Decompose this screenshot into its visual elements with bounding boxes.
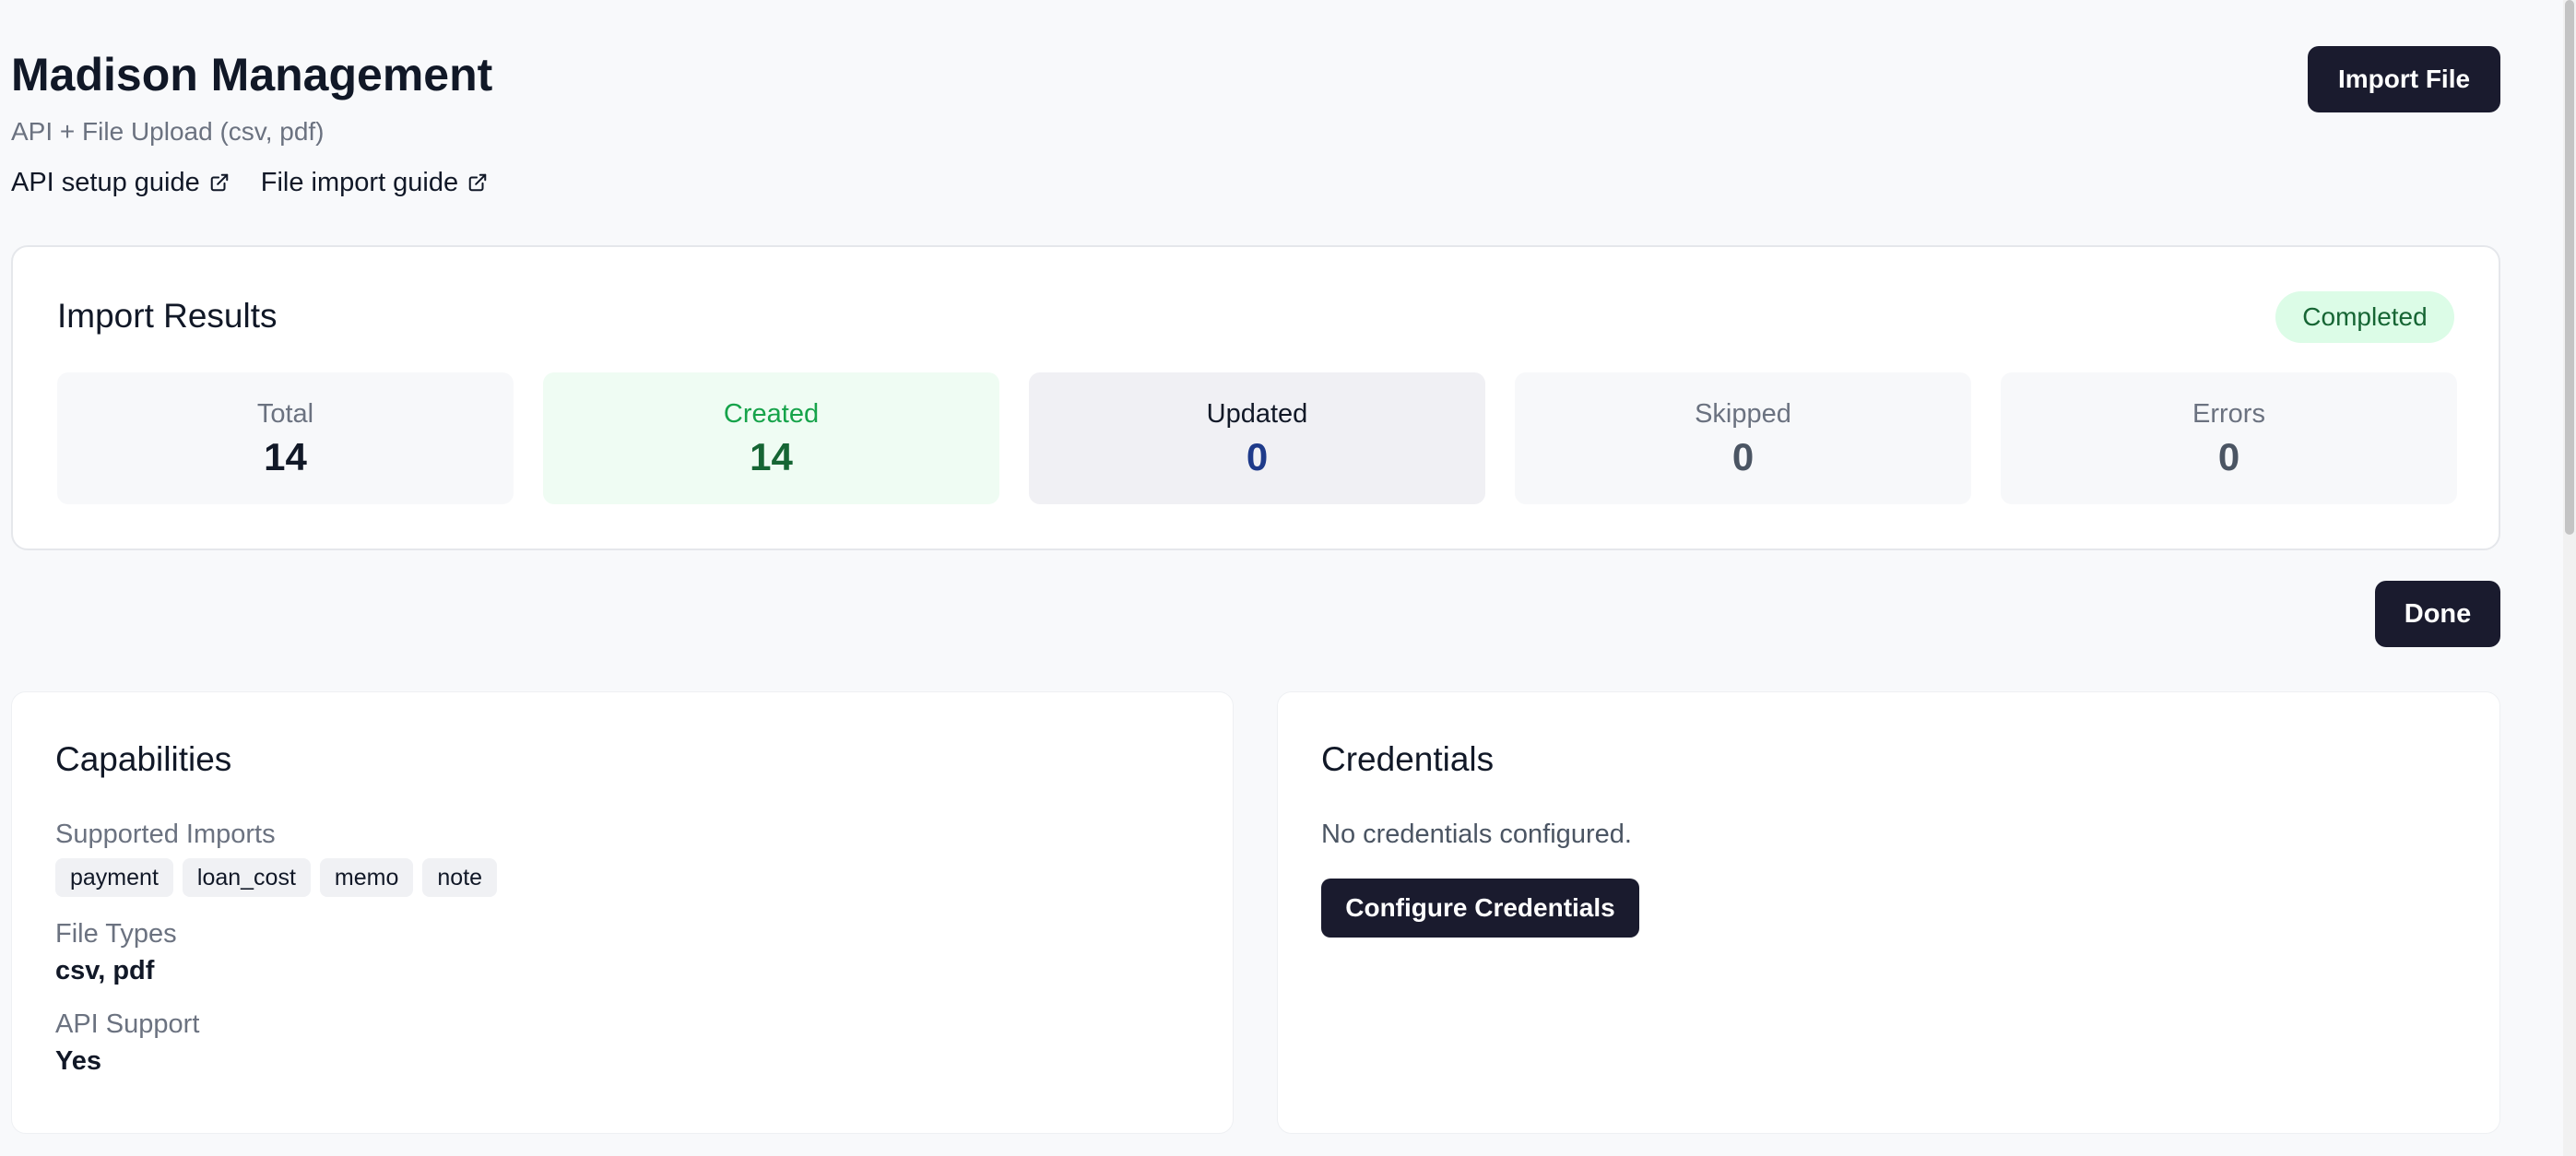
vertical-scrollbar[interactable]: [2563, 0, 2576, 1156]
scrollbar-thumb[interactable]: [2565, 0, 2574, 535]
capabilities-card: Capabilities Supported Imports payment l…: [11, 691, 1234, 1134]
capabilities-body: Supported Imports payment loan_cost memo…: [55, 818, 498, 1078]
import-file-button[interactable]: Import File: [2308, 46, 2500, 112]
import-type-chip: loan_cost: [182, 858, 311, 897]
import-results-title: Import Results: [57, 297, 278, 335]
stat-errors: Errors 0: [2001, 372, 2457, 504]
done-button[interactable]: Done: [2375, 581, 2500, 647]
stat-value: 0: [2217, 434, 2240, 478]
credentials-empty-message: No credentials configured.: [1321, 820, 1632, 849]
stat-value: 14: [750, 434, 793, 478]
file-import-guide-label: File import guide: [260, 168, 459, 197]
api-support-label: API Support: [55, 1009, 200, 1039]
file-types-label: File Types: [55, 919, 177, 949]
page-subtitle: API + File Upload (csv, pdf): [11, 117, 325, 146]
credentials-card: Credentials No credentials configured. C…: [1277, 691, 2500, 1134]
stat-updated: Updated 0: [1029, 372, 1485, 504]
import-results-card: Import Results Completed Total 14 Create…: [11, 245, 2500, 550]
api-setup-guide-label: API setup guide: [11, 168, 200, 197]
capabilities-title: Capabilities: [55, 740, 232, 778]
stat-value: 14: [264, 434, 307, 478]
guide-links: API setup guide File import guide: [11, 166, 492, 199]
stat-label: Total: [256, 398, 314, 429]
import-type-chip: memo: [319, 858, 414, 897]
api-setup-guide-link[interactable]: API setup guide: [11, 166, 230, 199]
file-types-value: csv, pdf: [55, 956, 155, 985]
import-stats: Total 14 Created 14 Updated 0 Skipped 0 …: [57, 372, 2457, 504]
stat-created: Created 14: [543, 372, 999, 504]
stat-skipped: Skipped 0: [1515, 372, 1971, 504]
page-title: Madison Management: [11, 49, 493, 100]
stat-label: Skipped: [1695, 398, 1791, 429]
page-header: Madison Management API + File Upload (cs…: [11, 46, 492, 199]
credentials-title: Credentials: [1321, 740, 1495, 778]
configure-credentials-button[interactable]: Configure Credentials: [1321, 879, 1639, 938]
stat-label: Created: [723, 398, 820, 429]
external-link-icon: [210, 173, 229, 192]
stat-value: 0: [1731, 434, 1755, 478]
supported-imports-label: Supported Imports: [55, 820, 276, 849]
stat-total: Total 14: [57, 372, 514, 504]
stat-label: Updated: [1206, 398, 1308, 429]
supported-imports-chips: payment loan_cost memo note: [55, 858, 498, 897]
import-type-chip: payment: [55, 858, 173, 897]
file-import-guide-link[interactable]: File import guide: [261, 166, 488, 199]
stat-value: 0: [1246, 434, 1269, 478]
integration-page: Madison Management API + File Upload (cs…: [0, 0, 2576, 1156]
import-type-chip: note: [422, 858, 498, 897]
external-link-icon: [468, 173, 487, 192]
credentials-body: No credentials configured. Configure Cre…: [1321, 818, 1639, 938]
stat-label: Errors: [2192, 398, 2265, 429]
api-support-value: Yes: [55, 1046, 101, 1076]
status-badge: Completed: [2275, 291, 2454, 343]
